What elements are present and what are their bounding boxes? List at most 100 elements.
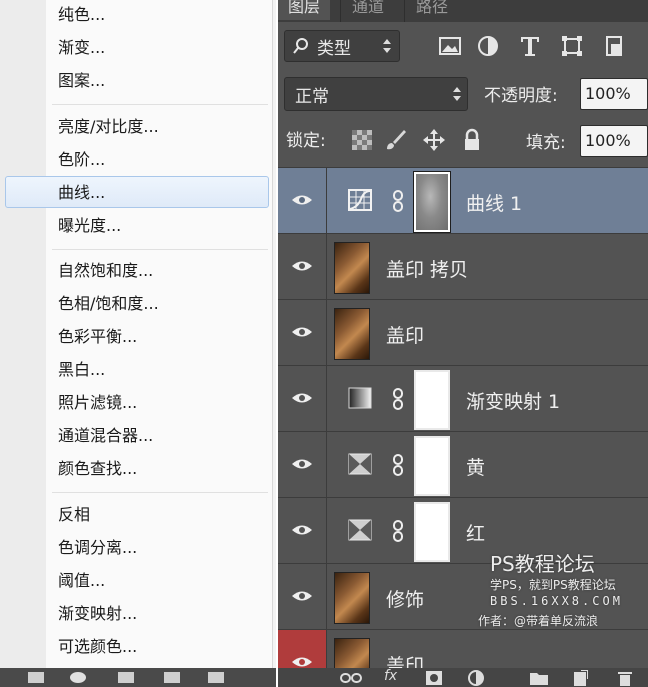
layer-name: 红 [466,523,486,545]
type-filter-icon[interactable] [518,34,542,58]
layer-thumbnail[interactable] [334,242,370,294]
add-mask-icon[interactable] [28,672,44,683]
new-layer-icon[interactable] [574,670,588,686]
filter-kind-label: 类型 [317,39,351,59]
menu-item-hue-saturation[interactable]: 色相/饱和度... [58,289,159,319]
menu-item-curves[interactable]: 曲线... [58,178,105,208]
menu-item-black-white[interactable]: 黑白... [58,355,105,385]
layer-mask-thumbnail[interactable] [414,370,450,430]
menu-item-posterize[interactable]: 色调分离... [58,533,137,563]
watermark-url: BBS.16XX8.COM [490,594,623,608]
visibility-cell[interactable] [278,366,327,431]
new-adjustment-icon[interactable] [468,670,484,686]
visibility-cell[interactable] [278,300,327,365]
layer-row-stamp-copy[interactable]: 盖印 拷贝 [278,234,648,300]
menu-item-selective-color[interactable]: 可选颜色... [58,632,137,662]
lock-transparent-icon[interactable] [352,130,372,150]
link-chain-icon[interactable] [392,388,404,410]
layer-name: 盖印 [386,325,425,347]
tab-channels[interactable]: 通道 [342,0,394,20]
layer-mask-thumbnail[interactable] [414,502,450,562]
blend-mode-select[interactable]: 正常 [284,77,468,111]
menu-item-color-lookup[interactable]: 颜色查找... [58,454,137,484]
layer-row-stamp[interactable]: 盖印 [278,300,648,366]
visibility-cell[interactable] [278,432,327,497]
fill-field[interactable]: 100% [580,125,648,157]
menu-separator [52,104,268,105]
tab-paths[interactable]: 路径 [406,0,458,20]
eye-icon[interactable] [292,194,312,206]
lock-all-icon[interactable] [460,128,484,152]
search-icon [293,38,308,54]
layer-name: 曲线 1 [466,193,523,215]
lock-image-icon[interactable] [384,128,408,152]
menu-item-threshold[interactable]: 阈值... [58,566,105,596]
shape-filter-icon[interactable] [560,34,584,58]
menu-item-gradient[interactable]: 渐变... [58,33,105,63]
eye-icon[interactable] [292,524,312,536]
link-layers-icon[interactable] [340,672,362,684]
layers-footer-toolbar: fx [278,668,648,687]
menu-item-solid-color[interactable]: 纯色... [58,0,105,30]
tab-divider [340,0,341,22]
tab-divider [404,0,405,22]
layer-style-icon[interactable]: fx [384,668,397,684]
menu-item-color-balance[interactable]: 色彩平衡... [58,322,137,352]
layers-panel: 图层 通道 路径 类型 正常 不透明度: 100% 锁定: 填充: 100% 曲… [278,0,648,687]
layer-name: 黄 [466,457,486,479]
eye-icon[interactable] [292,458,312,470]
eye-icon[interactable] [292,326,312,338]
visibility-cell[interactable] [278,168,327,233]
blend-mode-value: 正常 [295,87,329,107]
menu-item-channel-mixer[interactable]: 通道混合器... [58,421,153,451]
adjustment-filter-icon[interactable] [476,34,500,58]
menu-item-exposure[interactable]: 曝光度... [58,211,121,241]
link-chain-icon[interactable] [392,190,404,212]
eye-icon[interactable] [292,260,312,272]
menu-separator [52,249,268,250]
layer-mask-thumbnail[interactable] [413,171,451,233]
menu-item-invert[interactable]: 反相 [58,500,90,530]
new-layer-icon[interactable] [164,672,180,683]
smart-object-filter-icon[interactable] [602,34,626,58]
layer-filter-select[interactable]: 类型 [284,30,400,62]
menu-item-gradient-map[interactable]: 渐变映射... [58,599,137,629]
delete-layer-icon[interactable] [208,672,224,683]
menu-item-levels[interactable]: 色阶... [58,145,105,175]
layer-row-curves[interactable]: 曲线 1 [278,168,648,234]
visibility-cell[interactable] [278,498,327,563]
trash-icon[interactable] [618,670,632,686]
visibility-cell[interactable] [278,234,327,299]
menu-item-brightness-contrast[interactable]: 亮度/对比度... [58,112,159,142]
gradient-map-icon [348,387,372,409]
layer-thumbnail[interactable] [334,572,370,624]
layer-mask-thumbnail[interactable] [414,436,450,496]
image-filter-icon[interactable] [438,34,462,58]
opacity-field[interactable]: 100% [580,78,648,110]
visibility-cell[interactable] [278,564,327,629]
watermark-title: PS教程论坛 [490,552,595,576]
eye-icon[interactable] [292,656,312,668]
layer-thumbnail[interactable] [334,308,370,360]
menu-item-vibrance[interactable]: 自然饱和度... [58,256,153,286]
layer-name: 修饰 [386,589,425,611]
eye-icon[interactable] [292,392,312,404]
layer-row-yellow[interactable]: 黄 [278,432,648,498]
updown-arrow-icon [453,87,461,101]
link-chain-icon[interactable] [392,454,404,476]
tab-layers[interactable]: 图层 [278,0,331,20]
eye-icon[interactable] [292,590,312,602]
menu-item-pattern[interactable]: 图案... [58,66,105,96]
lock-position-icon[interactable] [422,128,446,152]
layer-row-gradient-map[interactable]: 渐变映射 1 [278,366,648,432]
new-group-icon[interactable] [530,671,548,685]
new-group-icon[interactable] [118,672,134,683]
menu-item-photo-filter[interactable]: 照片滤镜... [58,388,137,418]
fill-label: 填充: [526,133,566,153]
add-mask-icon[interactable] [426,671,442,685]
selective-color-icon [348,453,372,475]
layer-name: 渐变映射 1 [466,391,561,413]
link-chain-icon[interactable] [392,520,404,542]
menu-item-highlight [5,176,269,208]
adjustment-icon[interactable] [70,672,86,683]
